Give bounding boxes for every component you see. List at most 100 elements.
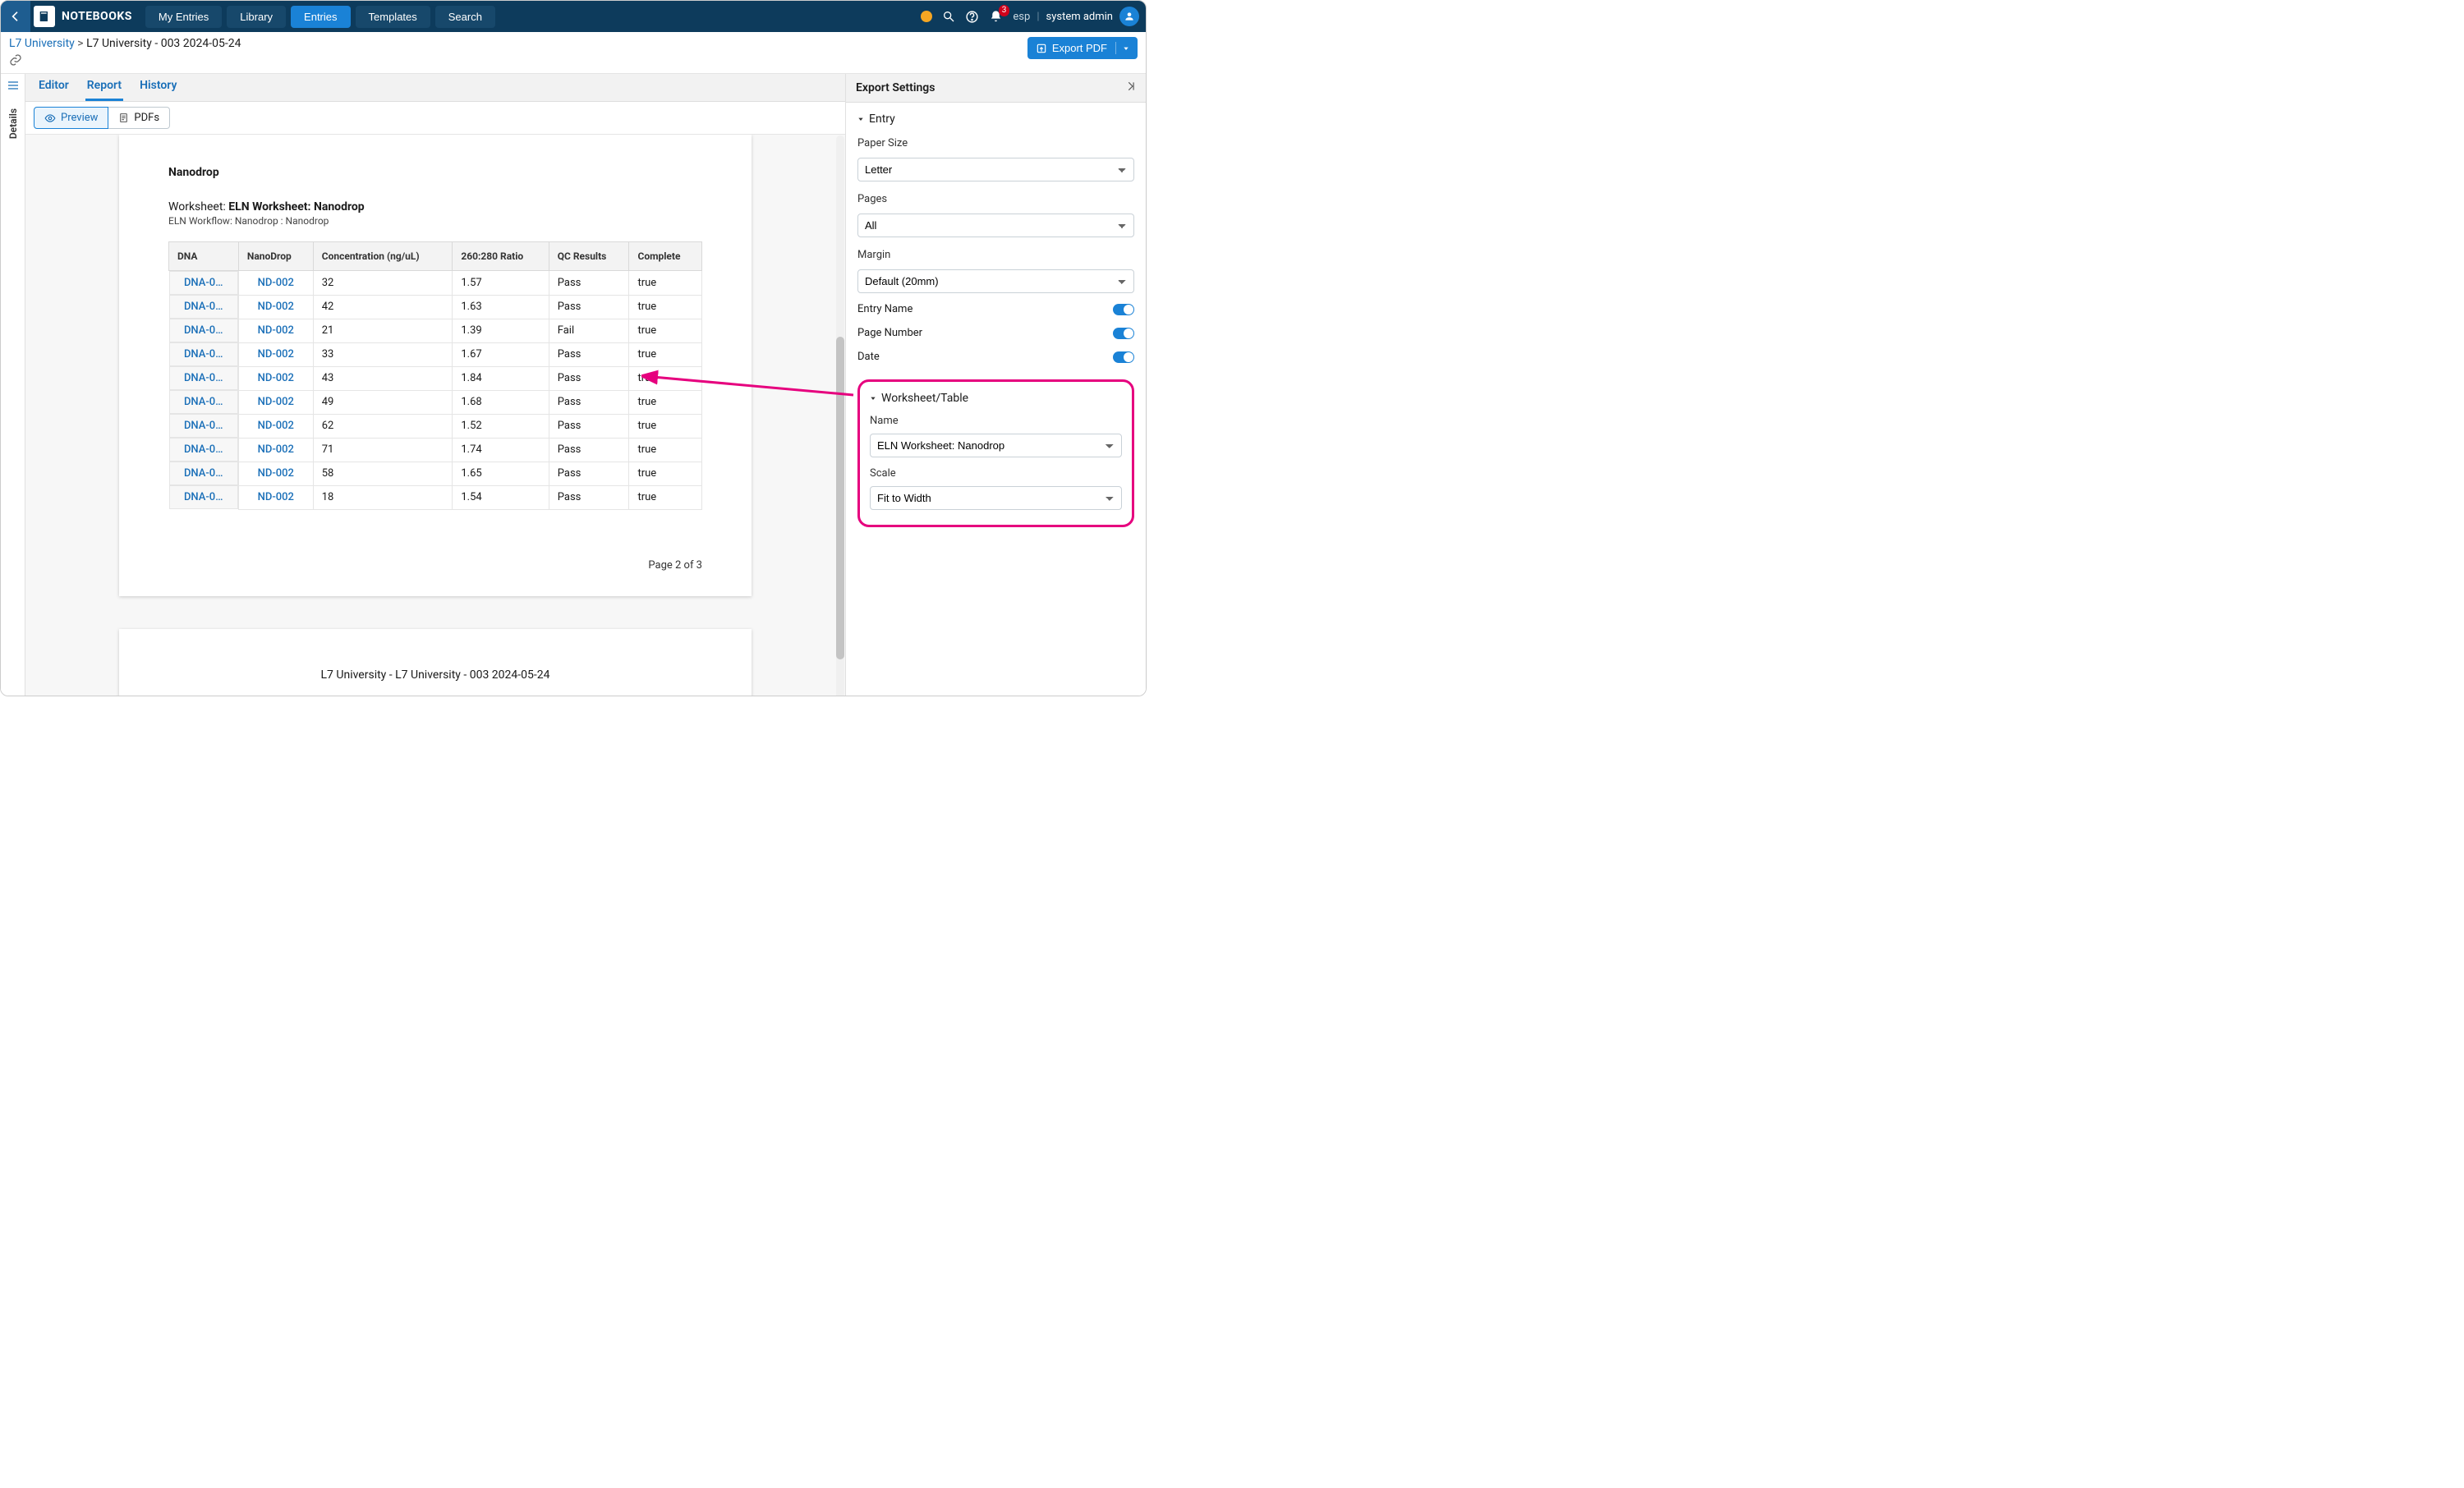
breadcrumb: L7 University > L7 University - 003 2024… (9, 37, 241, 50)
table-cell: 1.39 (453, 319, 549, 342)
table-cell: true (629, 485, 702, 509)
nav-library[interactable]: Library (227, 6, 286, 28)
ws-scale-select[interactable]: Fit to Width (870, 486, 1122, 510)
table-cell: Pass (549, 438, 629, 462)
date-toggle-label: Date (857, 351, 880, 363)
table-cell: 18 (313, 485, 453, 509)
table-cell[interactable]: DNA-0… (169, 414, 238, 438)
subtab-pdfs[interactable]: PDFs (108, 107, 170, 129)
table-cell[interactable]: DNA-0… (169, 462, 238, 485)
details-rail-label[interactable]: Details (7, 108, 19, 139)
nav-templates[interactable]: Templates (356, 6, 430, 28)
date-toggle[interactable] (1113, 351, 1134, 363)
collapse-panel-icon[interactable] (1124, 80, 1136, 95)
back-button[interactable] (1, 1, 30, 32)
table-cell: true (629, 319, 702, 342)
export-pdf-button[interactable]: Export PDF (1027, 37, 1138, 59)
worksheet-section-toggle[interactable]: Worksheet/Table (870, 392, 1122, 405)
table-row: DNA-0…ND-002211.39Failtrue (169, 319, 702, 342)
table-cell[interactable]: ND-002 (238, 438, 313, 462)
table-cell[interactable]: DNA-0… (169, 342, 238, 366)
table-cell[interactable]: ND-002 (238, 271, 313, 296)
breadcrumb-row: L7 University > L7 University - 003 2024… (1, 32, 1146, 74)
page-indicator: Page 2 of 3 (168, 559, 702, 572)
nav-entries[interactable]: Entries (291, 6, 350, 28)
table-cell: 32 (313, 271, 453, 296)
ws-name-select[interactable]: ELN Worksheet: Nanodrop (870, 434, 1122, 457)
table-header: DNA (169, 242, 239, 271)
report-page: Nanodrop Worksheet: ELN Worksheet: Nanod… (119, 135, 752, 596)
topbar: NOTEBOOKS My Entries Library Entries Tem… (1, 1, 1146, 32)
rail-menu-icon[interactable] (7, 79, 20, 95)
page-number-toggle[interactable] (1113, 328, 1134, 339)
app-logo-icon (34, 6, 55, 27)
table-cell[interactable]: ND-002 (238, 319, 313, 342)
caret-down-icon (857, 116, 864, 122)
table-cell[interactable]: ND-002 (238, 366, 313, 390)
tab-history[interactable]: History (138, 72, 178, 101)
table-cell: 1.67 (453, 342, 549, 366)
nav-my-entries[interactable]: My Entries (145, 6, 222, 28)
table-cell[interactable]: DNA-0… (169, 271, 238, 295)
eye-icon (44, 113, 56, 124)
table-cell[interactable]: DNA-0… (169, 485, 238, 509)
preview-scroll-area[interactable]: Nanodrop Worksheet: ELN Worksheet: Nanod… (25, 135, 845, 696)
table-row: DNA-0…ND-002711.74Passtrue (169, 438, 702, 462)
table-cell: Pass (549, 390, 629, 414)
table-cell: Pass (549, 366, 629, 390)
table-cell: 43 (313, 366, 453, 390)
worksheet-subline: ELN Workflow: Nanodrop : Nanodrop (168, 215, 702, 227)
table-cell[interactable]: ND-002 (238, 390, 313, 414)
table-cell[interactable]: ND-002 (238, 462, 313, 485)
breadcrumb-current: L7 University - 003 2024-05-24 (86, 37, 241, 50)
worksheet-line: Worksheet: ELN Worksheet: Nanodrop (168, 200, 702, 214)
table-cell[interactable]: ND-002 (238, 414, 313, 438)
table-cell[interactable]: DNA-0… (169, 319, 238, 342)
table-cell: 42 (313, 295, 453, 319)
table-cell: Pass (549, 295, 629, 319)
margin-select[interactable]: Default (20mm) (857, 269, 1134, 293)
table-cell: 1.57 (453, 271, 549, 296)
subtab-preview[interactable]: Preview (34, 107, 108, 129)
report-subtabs: Preview PDFs (25, 102, 845, 135)
table-cell: 33 (313, 342, 453, 366)
ws-scale-label: Scale (870, 467, 1122, 480)
export-pdf-caret-icon[interactable] (1115, 42, 1129, 54)
table-cell[interactable]: DNA-0… (169, 438, 238, 462)
search-icon[interactable] (942, 10, 955, 23)
table-cell: 1.65 (453, 462, 549, 485)
paper-size-select[interactable]: Letter (857, 158, 1134, 181)
table-cell: Pass (549, 271, 629, 296)
table-cell[interactable]: ND-002 (238, 295, 313, 319)
table-row: DNA-0…ND-002621.52Passtrue (169, 414, 702, 438)
tab-editor[interactable]: Editor (37, 72, 71, 101)
table-cell[interactable]: DNA-0… (169, 366, 238, 390)
export-settings-panel: Export Settings Entry Paper Size Letter … (845, 74, 1146, 696)
table-cell: true (629, 271, 702, 296)
pages-select[interactable]: All (857, 214, 1134, 237)
permalink-icon[interactable] (9, 53, 241, 70)
esp-label: esp (1013, 11, 1030, 23)
main-tabs: Editor Report History (25, 74, 845, 102)
help-icon[interactable] (965, 10, 979, 24)
margin-label: Margin (857, 249, 1134, 261)
breadcrumb-root[interactable]: L7 University (9, 37, 75, 50)
user-menu[interactable]: esp | system admin (1013, 7, 1139, 26)
table-cell: Pass (549, 342, 629, 366)
table-cell: 62 (313, 414, 453, 438)
table-cell[interactable]: DNA-0… (169, 390, 238, 414)
entry-name-toggle[interactable] (1113, 304, 1134, 315)
table-cell: 1.54 (453, 485, 549, 509)
table-cell[interactable]: ND-002 (238, 342, 313, 366)
table-cell: 58 (313, 462, 453, 485)
pages-label: Pages (857, 193, 1134, 205)
table-cell[interactable]: DNA-0… (169, 295, 238, 319)
table-cell: 49 (313, 390, 453, 414)
tab-report[interactable]: Report (85, 72, 123, 101)
entry-section-toggle[interactable]: Entry (857, 113, 1134, 126)
notification-badge: 3 (999, 5, 1010, 16)
vertical-scrollbar[interactable] (835, 135, 845, 696)
table-cell[interactable]: ND-002 (238, 485, 313, 509)
notifications-icon[interactable]: 3 (989, 10, 1003, 24)
nav-search[interactable]: Search (435, 6, 495, 28)
